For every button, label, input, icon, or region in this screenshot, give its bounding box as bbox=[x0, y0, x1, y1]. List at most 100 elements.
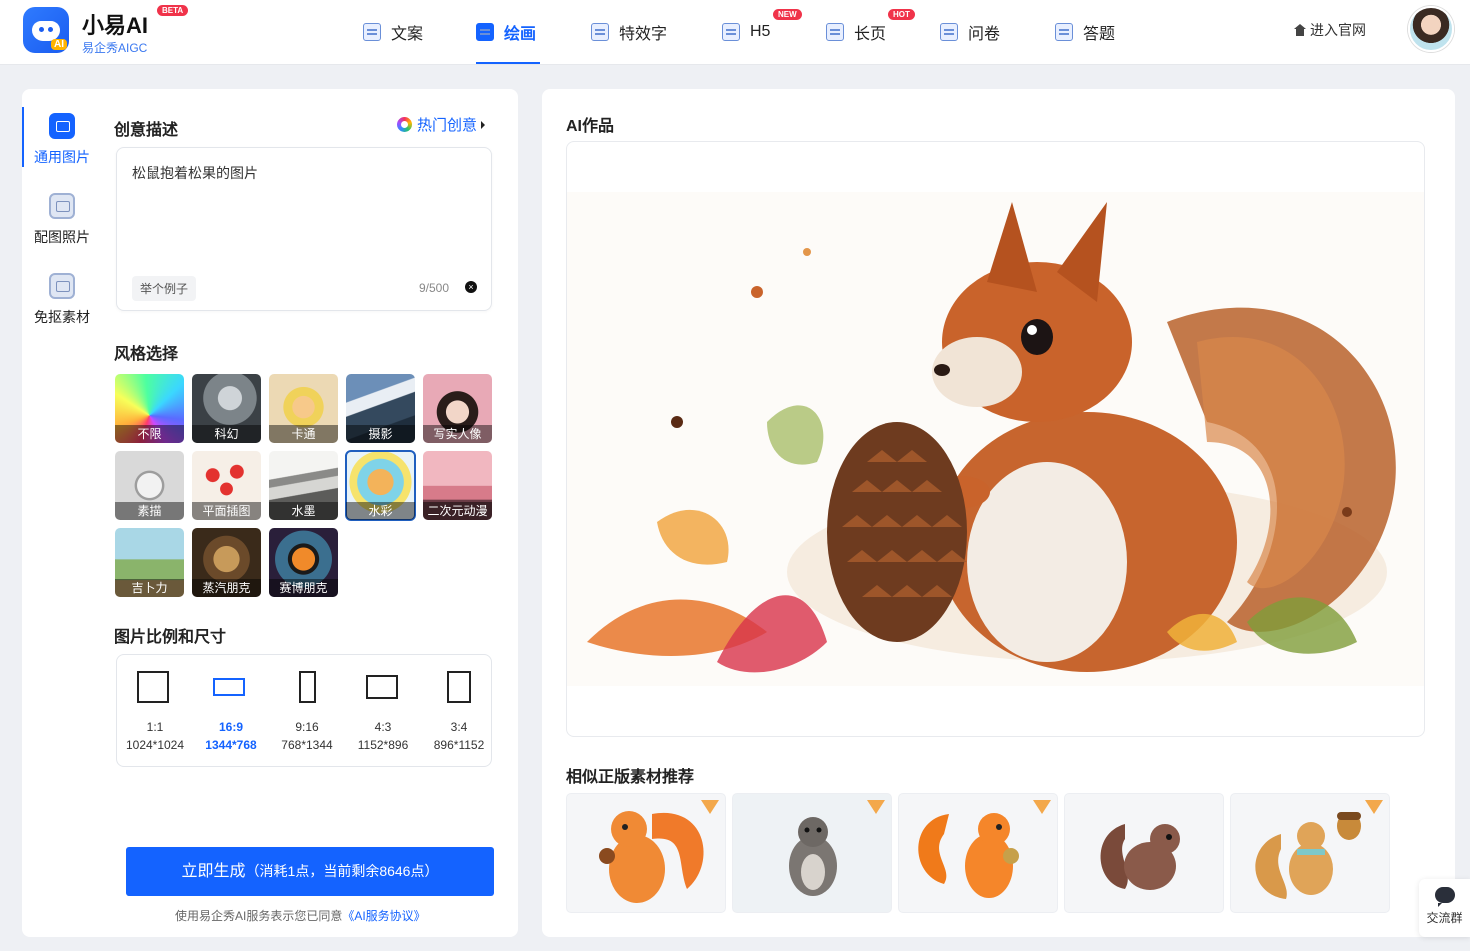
style-tile-any[interactable]: 不限 bbox=[115, 374, 184, 443]
nav-item-copywriting[interactable]: 文案 bbox=[363, 0, 423, 64]
style-title: 风格选择 bbox=[114, 346, 179, 363]
top-header: AI 小易AI BETA 易企秀AIGC 文案 绘画 特效字 H5 NEW 长页… bbox=[0, 0, 1470, 65]
generate-cost: （消耗1点，当前剩余8646点） bbox=[245, 863, 439, 879]
ratio-name: 1:1 bbox=[146, 720, 164, 734]
recommend-card[interactable] bbox=[1064, 793, 1224, 913]
agreement-text: 使用易企秀AI服务表示您已同意《AI服务协议》 bbox=[175, 907, 426, 924]
style-tile-steampunk[interactable]: 蒸汽朋克 bbox=[192, 528, 261, 597]
side-tab-photo[interactable]: 配图照片 bbox=[22, 193, 102, 247]
color-wheel-icon bbox=[397, 117, 412, 132]
side-tab-label: 配图照片 bbox=[34, 229, 90, 245]
works-title: AI作品 bbox=[566, 118, 615, 135]
new-tag: NEW bbox=[773, 9, 802, 20]
hot-ideas-link[interactable]: 热门创意 bbox=[397, 114, 486, 135]
official-site-link[interactable]: 进入官网 bbox=[1294, 20, 1366, 40]
style-label: 不限 bbox=[115, 425, 184, 443]
style-tile-cyberpunk[interactable]: 赛博朋克 bbox=[269, 528, 338, 597]
user-avatar[interactable] bbox=[1408, 6, 1454, 52]
style-tile-cartoon[interactable]: 卡通 bbox=[269, 374, 338, 443]
style-tile-ink[interactable]: 水墨 bbox=[269, 451, 338, 520]
style-tile-scifi[interactable]: 科幻 bbox=[192, 374, 261, 443]
squirrel-watercolor-image bbox=[567, 192, 1424, 686]
chat-group-button[interactable]: 交流群 bbox=[1419, 879, 1470, 937]
recommend-card[interactable] bbox=[1230, 793, 1390, 913]
ratio-option-16-9[interactable]: 16:9 1344*768 bbox=[193, 655, 269, 768]
ratio-size: 768*1344 bbox=[281, 738, 333, 752]
acorn-squirrel-image bbox=[1255, 812, 1361, 899]
ratio-name: 4:3 bbox=[374, 720, 392, 734]
ratio-title: 图片比例和尺寸 bbox=[114, 629, 227, 646]
nav-active-underline bbox=[476, 62, 540, 64]
hot-ideas-label: 热门创意 bbox=[417, 117, 478, 134]
style-tile-watercolor[interactable]: 水彩 bbox=[345, 450, 416, 521]
ratio-name: 9:16 bbox=[295, 720, 319, 734]
ratio-size: 1344*768 bbox=[205, 738, 257, 752]
brand-name[interactable]: 小易AI bbox=[82, 8, 148, 40]
nav-item-survey[interactable]: 问卷 bbox=[940, 0, 1000, 64]
left-panel: 通用图片 配图照片 免抠素材 创意描述 热门创意 松鼠抱着松果的图片 举个例子 … bbox=[22, 89, 518, 937]
generated-image[interactable] bbox=[566, 141, 1425, 737]
style-tile-anime[interactable]: 二次元动漫 bbox=[423, 451, 492, 520]
nav-item-quiz[interactable]: 答题 bbox=[1055, 0, 1115, 64]
side-tab-general-image[interactable]: 通用图片 bbox=[22, 113, 102, 167]
style-label: 卡通 bbox=[269, 425, 338, 443]
recommend-card[interactable] bbox=[732, 793, 892, 913]
logo-ai-tag: AI bbox=[51, 39, 67, 50]
hot-tag: HOT bbox=[888, 9, 915, 20]
cartoon-squirrel-image bbox=[599, 811, 704, 903]
chat-icon bbox=[1434, 887, 1455, 907]
ratio-size: 1152*896 bbox=[357, 738, 409, 752]
portrait-ratio-icon bbox=[299, 671, 316, 703]
ratio-size: 896*1152 bbox=[433, 738, 485, 752]
recommend-card[interactable] bbox=[566, 793, 726, 913]
style-tile-photography[interactable]: 摄影 bbox=[346, 374, 415, 443]
nav-item-long-page[interactable]: 长页 bbox=[826, 0, 886, 64]
ratio-selector: 1:1 1024*1024 16:9 1344*768 9:16 768*134… bbox=[116, 654, 492, 767]
logo[interactable]: AI bbox=[23, 7, 69, 53]
home-icon bbox=[1294, 24, 1306, 36]
brand-subtitle: 易企秀AIGC bbox=[82, 41, 148, 55]
official-site-label: 进入官网 bbox=[1310, 22, 1366, 38]
char-counter: 9/500 bbox=[419, 281, 450, 295]
style-label: 吉卜力 bbox=[115, 579, 184, 597]
prompt-textarea[interactable]: 松鼠抱着松果的图片 举个例子 9/500 × bbox=[116, 147, 492, 311]
recommend-card[interactable] bbox=[898, 793, 1058, 913]
style-tile-portrait[interactable]: 写实人像 bbox=[423, 374, 492, 443]
style-label: 平面插图 bbox=[192, 502, 261, 520]
example-button[interactable]: 举个例子 bbox=[132, 276, 197, 301]
ratio-option-1-1[interactable]: 1:1 1024*1024 bbox=[117, 655, 193, 768]
ratio-option-4-3[interactable]: 4:3 1152*896 bbox=[345, 655, 421, 768]
style-tile-sketch[interactable]: 素描 bbox=[115, 451, 184, 520]
nav-label: H5 bbox=[750, 23, 771, 40]
nav-label: 答题 bbox=[1083, 26, 1116, 43]
logo-robot-icon bbox=[32, 21, 60, 41]
style-tile-flat-illustration[interactable]: 平面插图 bbox=[192, 451, 261, 520]
caret-right-icon bbox=[481, 120, 486, 129]
clear-icon[interactable]: × bbox=[465, 281, 477, 293]
beta-badge: BETA bbox=[157, 5, 189, 16]
side-tab-cutout[interactable]: 免抠素材 bbox=[22, 273, 102, 327]
ratio-option-9-16[interactable]: 9:16 768*1344 bbox=[269, 655, 345, 768]
drawn-squirrel-image bbox=[1100, 824, 1180, 890]
style-label: 水墨 bbox=[269, 502, 338, 520]
cutout-icon bbox=[49, 273, 75, 299]
nav-label: 绘画 bbox=[504, 26, 537, 43]
flat-squirrel-image bbox=[918, 813, 1019, 898]
creative-title: 创意描述 bbox=[114, 122, 179, 139]
style-tile-ghibli[interactable]: 吉卜力 bbox=[115, 528, 184, 597]
ratio-name: 16:9 bbox=[218, 720, 244, 734]
prompt-text[interactable]: 松鼠抱着松果的图片 bbox=[132, 163, 258, 183]
generate-button[interactable]: 立即生成（消耗1点，当前剩余8646点） bbox=[126, 847, 494, 896]
nav-item-h5[interactable]: H5 bbox=[722, 0, 770, 64]
long-page-icon bbox=[826, 23, 844, 41]
agreement-link[interactable]: 《AI服务协议》 bbox=[342, 909, 425, 923]
right-panel: AI作品 相似正版素材推荐 bbox=[542, 89, 1455, 937]
side-tab-label: 通用图片 bbox=[34, 149, 90, 165]
nav-label: 问卷 bbox=[968, 26, 1001, 43]
effect-text-icon bbox=[591, 23, 609, 41]
quiz-icon bbox=[1055, 23, 1073, 41]
nav-item-painting[interactable]: 绘画 bbox=[476, 0, 540, 64]
ratio-option-3-4[interactable]: 3:4 896*1152 bbox=[421, 655, 497, 768]
nav-item-effect-text[interactable]: 特效字 bbox=[591, 0, 667, 64]
nav-label: 长页 bbox=[854, 26, 887, 43]
